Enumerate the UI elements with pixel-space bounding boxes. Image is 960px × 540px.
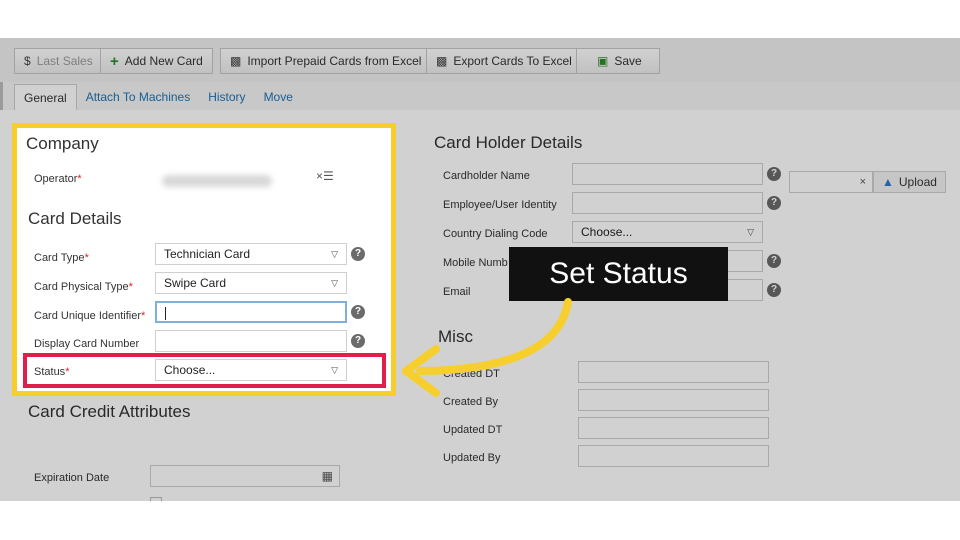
arrow-curve xyxy=(416,298,572,375)
app-screenshot: $ Last Sales + Add New Card ▩ Import Pre… xyxy=(0,38,960,501)
annotation-arrow xyxy=(402,298,572,397)
bottom-margin xyxy=(0,501,960,540)
